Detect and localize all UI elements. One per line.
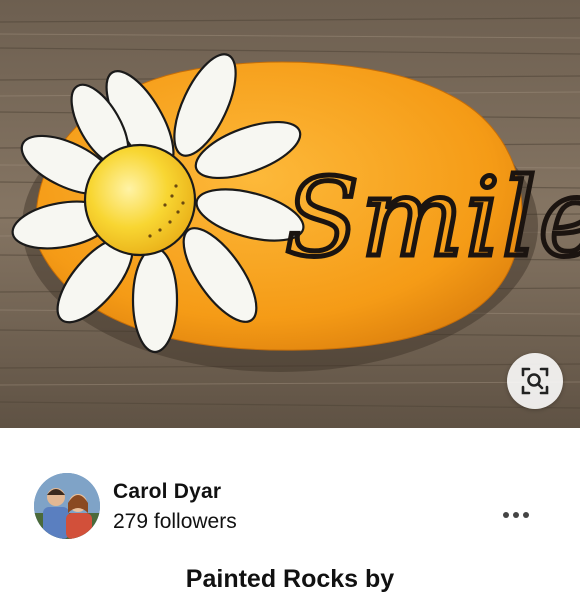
creator-name[interactable]: Carol Dyar <box>113 480 221 504</box>
ellipsis-icon <box>503 512 509 518</box>
more-options-button[interactable] <box>496 504 536 526</box>
ellipsis-dot <box>523 512 529 518</box>
avatar-photo <box>34 473 100 539</box>
painted-rock-image: Smile <box>0 0 580 428</box>
lens-search-icon <box>521 367 549 395</box>
avatar[interactable] <box>34 473 100 539</box>
pin-image[interactable]: Smile <box>0 0 580 428</box>
visual-search-button[interactable] <box>507 353 563 409</box>
rock-text: Smile <box>285 156 580 281</box>
follower-count: 279 followers <box>113 510 237 533</box>
creator-row: Carol Dyar 279 followers Painted Rocks b… <box>0 428 580 593</box>
ellipsis-dot <box>513 512 519 518</box>
